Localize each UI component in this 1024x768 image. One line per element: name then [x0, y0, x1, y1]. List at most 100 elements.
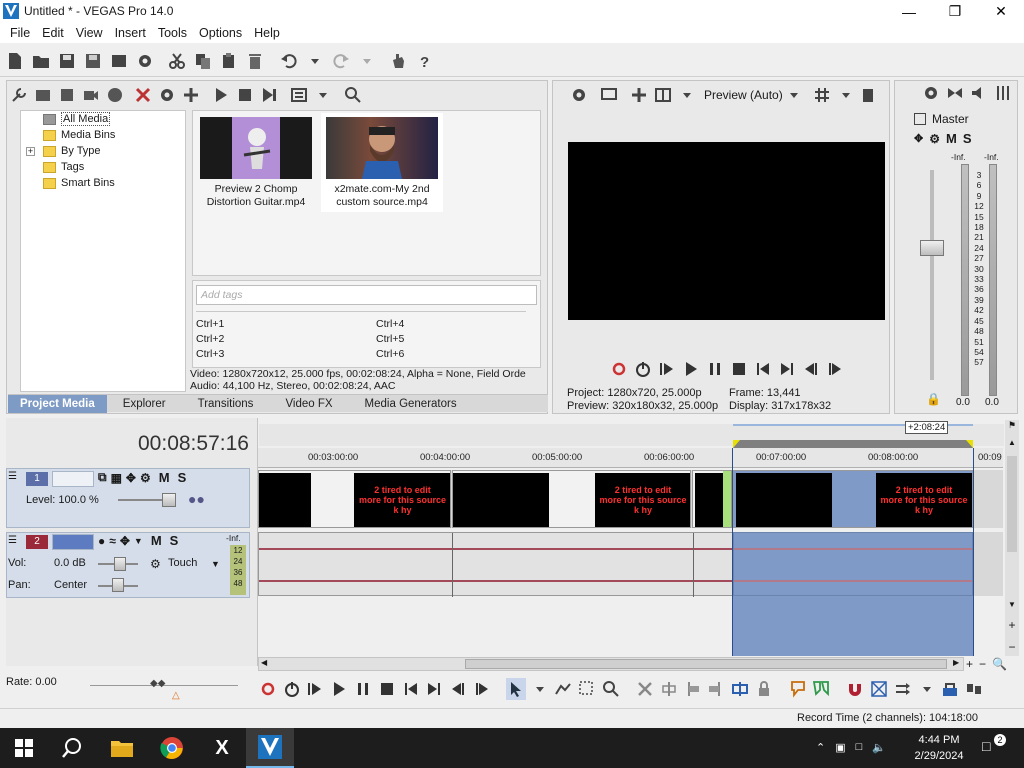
maximize-button[interactable]: ❐: [932, 0, 978, 23]
mixer-fx-button[interactable]: [992, 82, 1014, 104]
automation-gear-icon[interactable]: ⚙: [150, 557, 161, 571]
delete-edit-button[interactable]: [635, 678, 655, 700]
go-to-start-button[interactable]: [401, 678, 421, 700]
overlays-button[interactable]: [811, 84, 833, 106]
go-to-end-button[interactable]: [776, 358, 798, 380]
close-button[interactable]: ✕: [978, 0, 1024, 23]
vertical-scrollbar[interactable]: ⚑ ▲ ▼ + −: [1005, 420, 1019, 656]
menu-insert[interactable]: Insert: [109, 26, 152, 40]
start-button[interactable]: [0, 728, 48, 768]
split-button[interactable]: [730, 678, 750, 700]
overlays-dropdown[interactable]: [835, 84, 857, 106]
play-from-start-button[interactable]: [306, 678, 326, 700]
loop-end-handle[interactable]: [966, 440, 973, 448]
rate-slider-handle[interactable]: ◆◆: [150, 678, 165, 689]
media-item-selected[interactable]: x2mate.com-My 2nd custom source.mp4: [321, 113, 443, 212]
scroll-right-arrow[interactable]: ▶: [953, 658, 959, 667]
menu-options[interactable]: Options: [193, 26, 248, 40]
loop-start-handle[interactable]: [733, 440, 740, 448]
menu-edit[interactable]: Edit: [36, 26, 70, 40]
menu-help[interactable]: Help: [248, 26, 286, 40]
save-button[interactable]: [56, 50, 78, 72]
marker-flag-icon[interactable]: ⚑: [1005, 420, 1019, 434]
shortcut-ctrl-6[interactable]: Ctrl+6: [376, 348, 404, 360]
menu-file[interactable]: File: [4, 26, 36, 40]
preview-quality-dropdown[interactable]: Preview (Auto): [704, 88, 783, 102]
split-screen-dropdown[interactable]: [676, 84, 698, 106]
delete-button[interactable]: [244, 50, 266, 72]
media-item[interactable]: Preview 2 Chomp Distortion Guitar.mp4: [195, 117, 317, 209]
master-gear-icon[interactable]: ⚙: [929, 132, 940, 146]
tree-item-media-bins[interactable]: Media Bins: [43, 127, 115, 143]
video-mute-button[interactable]: M: [159, 470, 170, 485]
scroll-down-arrow[interactable]: ▼: [1005, 600, 1019, 614]
time-ruler[interactable]: 00:03:00:00 00:04:00:00 00:05:00:00 00:0…: [258, 448, 1003, 468]
snapping-button[interactable]: [845, 678, 865, 700]
external-monitor-button[interactable]: [598, 84, 620, 106]
loop-playback-button[interactable]: [632, 358, 654, 380]
render-as-button[interactable]: [108, 50, 130, 72]
track-gear-icon[interactable]: ⚙: [140, 471, 151, 485]
track-fx-icon[interactable]: ✥: [126, 471, 136, 485]
tab-media-generators[interactable]: Media Generators: [349, 395, 473, 413]
shortcut-ctrl-5[interactable]: Ctrl+5: [376, 333, 404, 345]
help-button[interactable]: ?: [414, 50, 436, 72]
chevron-up-icon[interactable]: ⌃: [816, 741, 825, 754]
record-button[interactable]: [608, 358, 630, 380]
loop-region-bar[interactable]: [733, 440, 973, 448]
notifications-icon[interactable]: □: [982, 738, 990, 754]
play-button[interactable]: [329, 678, 349, 700]
shortcut-ctrl-1[interactable]: Ctrl+1: [196, 318, 224, 330]
tree-item-by-type[interactable]: By Type: [43, 143, 101, 159]
insert-region-button[interactable]: [812, 678, 832, 700]
stop-button[interactable]: [377, 678, 397, 700]
preview-properties-button[interactable]: [568, 84, 590, 106]
pause-button[interactable]: [704, 358, 726, 380]
properties-button[interactable]: [134, 50, 156, 72]
master-solo-button[interactable]: S: [963, 131, 972, 146]
next-frame-button[interactable]: [472, 678, 492, 700]
auto-ripple-button[interactable]: [893, 678, 913, 700]
shortcut-ctrl-2[interactable]: Ctrl+2: [196, 333, 224, 345]
audio-mute-button[interactable]: M: [151, 533, 162, 548]
redo-button[interactable]: [330, 50, 352, 72]
video-clip-selected[interactable]: 2 tired to edit more for this source k hy: [733, 470, 973, 528]
tab-video-fx[interactable]: Video FX: [269, 395, 348, 413]
chrome-button[interactable]: [148, 728, 196, 768]
capture-video-button[interactable]: [80, 84, 102, 106]
trim-start-button[interactable]: [683, 678, 703, 700]
go-to-start-button[interactable]: [752, 358, 774, 380]
tree-item-tags[interactable]: Tags: [43, 159, 84, 175]
views-button[interactable]: [288, 84, 310, 106]
track-motion-icon[interactable]: ▦: [111, 471, 122, 485]
ignore-grouping-button[interactable]: [964, 678, 984, 700]
master-mute-button[interactable]: M: [946, 131, 957, 146]
arm-record-icon[interactable]: ●: [98, 534, 105, 548]
invert-phase-icon[interactable]: ≈: [109, 534, 116, 548]
shortcut-ctrl-3[interactable]: Ctrl+3: [196, 348, 224, 360]
auto-preview-button[interactable]: [258, 84, 280, 106]
dim-output-button[interactable]: [968, 82, 990, 104]
views-dropdown[interactable]: [312, 84, 334, 106]
loop-playback-button[interactable]: [282, 678, 302, 700]
track-name-input[interactable]: [52, 471, 94, 487]
stop-preview-button[interactable]: [234, 84, 256, 106]
chevron-down-icon[interactable]: ▼: [134, 536, 143, 546]
lock-button[interactable]: [754, 678, 774, 700]
go-to-end-button[interactable]: [425, 678, 445, 700]
lock-icon[interactable]: 🔒: [926, 392, 941, 406]
import-dvd-button[interactable]: [56, 84, 78, 106]
vegas-taskbar-button[interactable]: [246, 728, 294, 768]
downmix-button[interactable]: [944, 82, 966, 104]
add-tags-input[interactable]: Add tags: [196, 285, 537, 305]
paste-button[interactable]: [218, 50, 240, 72]
video-clip[interactable]: [692, 470, 732, 528]
trim-button[interactable]: [659, 678, 679, 700]
next-frame-button[interactable]: [824, 358, 846, 380]
ripple-dropdown[interactable]: [917, 678, 937, 700]
pan-slider-handle[interactable]: [112, 578, 124, 592]
envelope-tool-button[interactable]: [554, 678, 574, 700]
zoom-out-vertical[interactable]: −: [1005, 640, 1019, 654]
tab-explorer[interactable]: Explorer: [107, 395, 182, 413]
master-properties-button[interactable]: [920, 82, 942, 104]
